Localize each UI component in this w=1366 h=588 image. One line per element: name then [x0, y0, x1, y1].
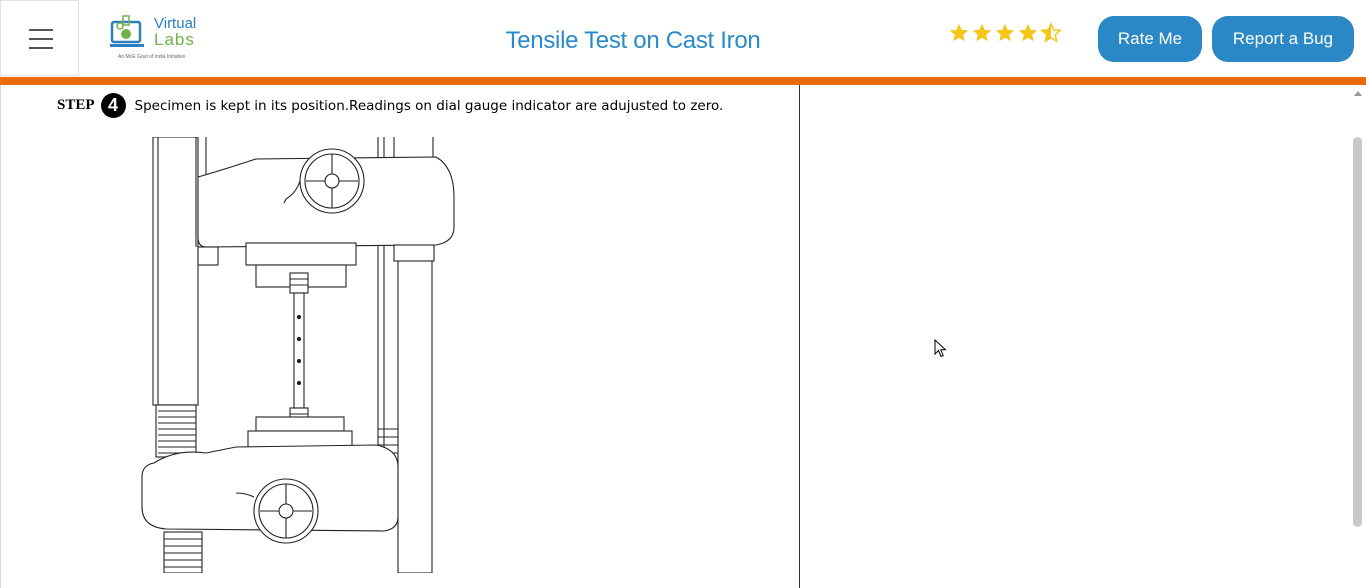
- header-accent-bar: [0, 77, 1366, 85]
- top-header: Virtual Labs An MoE Govt of India Initia…: [0, 0, 1366, 77]
- star-rating[interactable]: [948, 21, 1062, 45]
- star-half-icon: [1040, 22, 1062, 43]
- scroll-up-arrow-icon[interactable]: [1354, 91, 1362, 96]
- star-full-icon: [995, 23, 1015, 42]
- star-full-icon: [949, 23, 969, 42]
- step-instruction: Specimen is kept in its position.Reading…: [134, 97, 724, 114]
- step-header: STEP 4 Specimen is kept in its position.…: [57, 93, 723, 118]
- step-label: STEP: [57, 97, 95, 113]
- instruction-panel: STEP 4 Specimen is kept in its position.…: [0, 85, 800, 588]
- scroll-thumb[interactable]: [1353, 137, 1362, 527]
- rate-me-button[interactable]: Rate Me: [1098, 16, 1202, 62]
- utm-machine-illustration: [141, 137, 455, 573]
- star-full-icon: [972, 23, 992, 42]
- vertical-scrollbar[interactable]: [1349, 85, 1366, 588]
- main-content: STEP 4 Specimen is kept in its position.…: [0, 85, 1366, 588]
- report-bug-button[interactable]: Report a Bug: [1212, 16, 1354, 62]
- page-title: Tensile Test on Cast Iron: [505, 27, 761, 54]
- star-full-icon: [1018, 23, 1038, 42]
- mouse-pointer-icon: [934, 339, 947, 358]
- step-number-badge: 4: [100, 93, 126, 118]
